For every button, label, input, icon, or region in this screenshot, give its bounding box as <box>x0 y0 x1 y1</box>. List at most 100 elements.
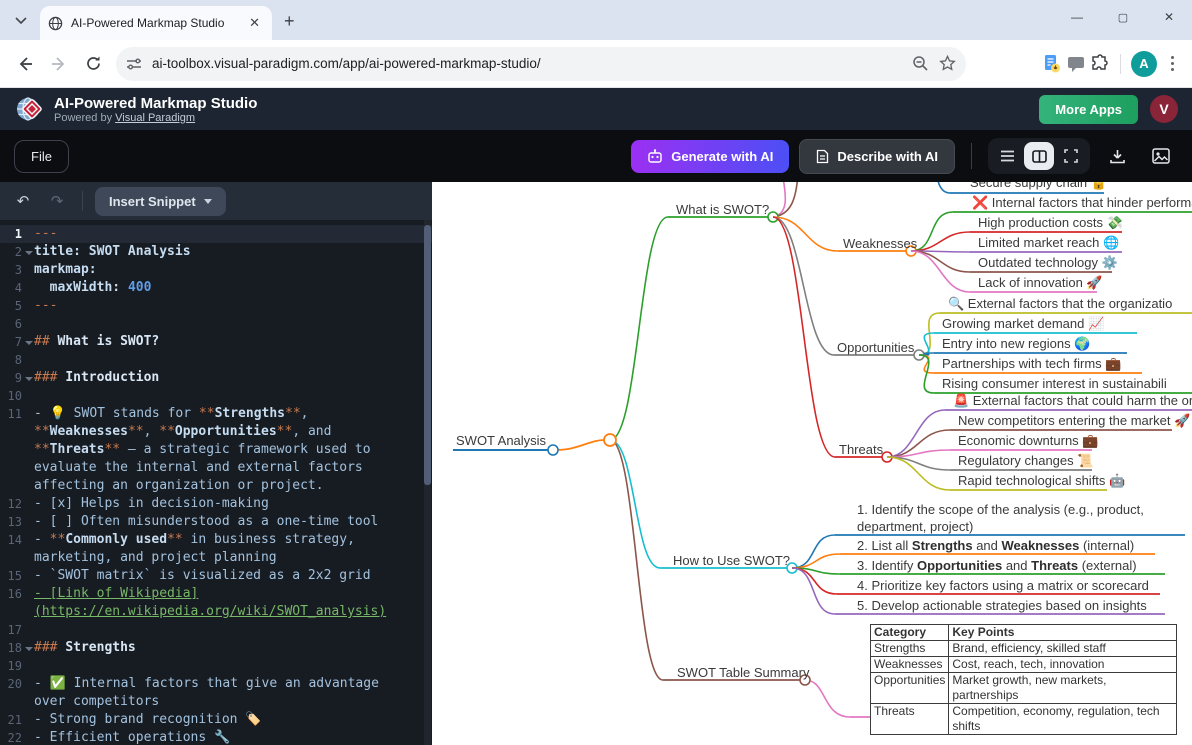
describe-with-ai-button[interactable]: Describe with AI <box>799 139 955 174</box>
user-avatar[interactable]: V <box>1150 95 1178 123</box>
mindmap-link-h2 <box>792 554 840 568</box>
more-apps-button[interactable]: More Apps <box>1039 95 1138 124</box>
line-number: 5 <box>0 297 34 315</box>
editor-line[interactable]: 3markmap: <box>0 261 432 279</box>
root-junction-circle[interactable] <box>604 434 616 446</box>
generate-with-ai-button[interactable]: Generate with AI <box>631 140 789 173</box>
fullscreen-view-button[interactable] <box>1056 142 1086 170</box>
editor-scrollbar[interactable] <box>424 220 431 745</box>
editor-view-button[interactable] <box>992 142 1022 170</box>
window-maximize-icon[interactable]: ▢ <box>1100 0 1146 34</box>
line-number: 9 <box>0 369 34 387</box>
code-line-text <box>34 351 432 369</box>
fold-arrow-icon[interactable] <box>25 251 33 255</box>
download-button[interactable] <box>1100 139 1134 173</box>
mindmap-link-o5 <box>919 355 934 393</box>
code-line-text: ## What is SWOT? <box>34 333 432 351</box>
editor-line[interactable]: 6 <box>0 315 432 333</box>
editor-line[interactable]: 4 maxWidth: 400 <box>0 279 432 297</box>
editor-line[interactable]: 1--- <box>0 225 432 243</box>
table-row: WeaknessesCost, reach, tech, innovation <box>871 657 1177 673</box>
new-tab-button[interactable]: + <box>284 11 295 32</box>
line-number: 4 <box>0 279 34 297</box>
mindmap-node-w5: Lack of innovation 🚀 <box>978 274 1103 291</box>
fold-arrow-icon[interactable] <box>25 647 33 651</box>
fold-arrow-icon[interactable] <box>25 377 33 381</box>
editor-line[interactable]: 18### Strengths <box>0 639 432 657</box>
browser-menu-icon[interactable] <box>1161 50 1184 77</box>
code-line-text <box>34 657 432 675</box>
line-number: 22 <box>0 729 34 745</box>
editor-line[interactable]: 14- **Commonly used** in business strate… <box>0 531 432 567</box>
editor-line[interactable]: 10 <box>0 387 432 405</box>
redo-icon[interactable]: ↷ <box>44 188 70 214</box>
fold-arrow-icon[interactable] <box>25 341 33 345</box>
view-mode-group <box>988 138 1090 174</box>
split-view-button[interactable] <box>1024 142 1054 170</box>
code-line-text: - [x] Helps in decision-making <box>34 495 432 513</box>
mindmap-node-t5: Rapid technological shifts 🤖 <box>958 472 1125 489</box>
editor-line[interactable]: 15- `SWOT matrix` is visualized as a 2x2… <box>0 567 432 585</box>
editor-line[interactable]: 20- ✅ Internal factors that give an adva… <box>0 675 432 711</box>
reload-button[interactable] <box>76 47 110 81</box>
back-button[interactable] <box>8 47 42 81</box>
docs-offline-extension-icon[interactable] <box>1042 54 1062 74</box>
editor-line[interactable]: 13- [ ] Often misunderstood as a one-tim… <box>0 513 432 531</box>
chat-extension-icon[interactable] <box>1066 54 1086 74</box>
mindmap-node-h3: 3. Identify Opportunities and Threats (e… <box>857 557 1137 574</box>
browser-navbar: ai-toolbox.visual-paradigm.com/app/ai-po… <box>0 40 1192 88</box>
mindmap-node-o3: Entry into new regions 🌍 <box>942 335 1090 352</box>
zoom-indicator-icon[interactable] <box>912 55 929 72</box>
mindmap-node-w: Weaknesses <box>843 235 917 252</box>
table-cell: Market growth, new markets, partnerships <box>949 673 1177 704</box>
bookmark-star-icon[interactable] <box>939 55 956 72</box>
site-settings-icon[interactable] <box>126 57 142 71</box>
browser-tab[interactable]: AI-Powered Markmap Studio ✕ <box>40 6 272 40</box>
editor-line[interactable]: 16- [Link of Wikipedia]​(https://en.wiki… <box>0 585 432 621</box>
editor-line[interactable]: 9### Introduction <box>0 369 432 387</box>
markdown-editor-panel: ↶ ↷ Insert Snippet 1---2title: SWOT Anal… <box>0 182 432 745</box>
code-line-text: - 💡 SWOT stands for **Strengths**, **Wea… <box>34 405 432 495</box>
code-line-text: markmap: <box>34 261 432 279</box>
fullscreen-icon <box>1064 149 1078 163</box>
editor-line[interactable]: 19 <box>0 657 432 675</box>
forward-button[interactable] <box>42 47 76 81</box>
browser-profile-avatar[interactable]: A <box>1131 51 1157 77</box>
line-number: 16 <box>0 585 34 621</box>
tab-search-button[interactable] <box>8 8 34 34</box>
file-menu-button[interactable]: File <box>14 140 69 173</box>
editor-line[interactable]: 2title: SWOT Analysis <box>0 243 432 261</box>
editor-line[interactable]: 8 <box>0 351 432 369</box>
editor-line[interactable]: 17 <box>0 621 432 639</box>
url-text[interactable]: ai-toolbox.visual-paradigm.com/app/ai-po… <box>152 56 902 71</box>
visual-paradigm-link[interactable]: Visual Paradigm <box>115 112 195 124</box>
window-close-icon[interactable]: ✕ <box>1146 0 1192 34</box>
mindmap-node-w1: ❌ Internal factors that hinder performa <box>972 194 1192 211</box>
mindmap-canvas[interactable]: markmap + − □ ↻ SWOT AnalysisWhat is SWO… <box>432 182 1192 745</box>
insert-snippet-button[interactable]: Insert Snippet <box>95 187 226 216</box>
table-cell: Competition, economy, regulation, tech s… <box>949 704 1177 735</box>
mindmap-node-t4: Regulatory changes 📜 <box>958 452 1093 469</box>
table-header: Category <box>871 625 949 641</box>
editor-line[interactable]: 11- 💡 SWOT stands for **Strengths**, **W… <box>0 405 432 495</box>
editor-line[interactable]: 21- Strong brand recognition 🏷️ <box>0 711 432 729</box>
editor-line[interactable]: 12- [x] Helps in decision-making <box>0 495 432 513</box>
line-number: 20 <box>0 675 34 711</box>
editor-line[interactable]: 7## What is SWOT? <box>0 333 432 351</box>
extensions-puzzle-icon[interactable] <box>1090 54 1110 74</box>
window-minimize-icon[interactable]: — <box>1054 0 1100 34</box>
mindmap-link-h4 <box>792 568 837 594</box>
code-editor[interactable]: 1---2title: SWOT Analysis3markmap:4 maxW… <box>0 220 432 745</box>
undo-icon[interactable]: ↶ <box>10 188 36 214</box>
code-line-text: - Strong brand recognition 🏷️ <box>34 711 432 729</box>
line-number: 7 <box>0 333 34 351</box>
tab-title: AI-Powered Markmap Studio <box>71 16 237 30</box>
tab-close-icon[interactable]: ✕ <box>245 15 264 31</box>
mindmap-node-h2: 2. List all Strengths and Weaknesses (in… <box>857 537 1134 554</box>
code-line-text: - Efficient operations 🔧 <box>34 729 432 745</box>
url-bar[interactable]: ai-toolbox.visual-paradigm.com/app/ai-po… <box>116 47 966 81</box>
node-toggle-circle-root[interactable] <box>548 445 558 455</box>
editor-line[interactable]: 5--- <box>0 297 432 315</box>
editor-line[interactable]: 22- Efficient operations 🔧 <box>0 729 432 745</box>
export-image-button[interactable] <box>1144 139 1178 173</box>
